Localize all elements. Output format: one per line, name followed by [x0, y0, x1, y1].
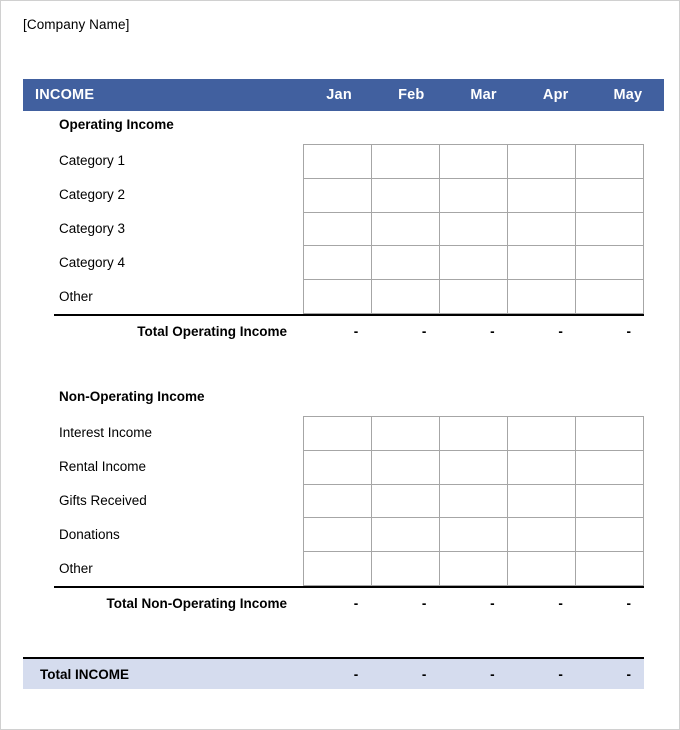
cell-category-1-jan[interactable] — [304, 145, 372, 179]
total-non-operating-income-label: Total Non-Operating Income — [106, 596, 287, 611]
cell-category-4-apr[interactable] — [508, 246, 576, 281]
cell-interest-income-feb[interactable] — [372, 417, 440, 451]
cell-interest-income-mar[interactable] — [440, 417, 508, 451]
cell-category-2-may[interactable] — [576, 178, 644, 213]
header-month-apr: Apr — [542, 87, 569, 103]
cell-rental-income-jan[interactable] — [304, 450, 372, 485]
row-label-category-3: Category 3 — [59, 221, 126, 236]
row-label-category-4: Category 4 — [59, 255, 126, 270]
cell-donations-apr[interactable] — [508, 518, 576, 553]
cell-non-operating-other-jan[interactable] — [304, 552, 372, 586]
header-month-may: May — [613, 87, 643, 103]
cell-operating-other-apr[interactable] — [508, 280, 576, 314]
cell-operating-other-feb[interactable] — [372, 280, 440, 314]
total-operating-income-label: Total Operating Income — [137, 324, 287, 339]
header-month-jan: Jan — [326, 87, 352, 103]
cell-category-2-feb[interactable] — [372, 178, 440, 213]
total-operating-income-feb: - — [421, 324, 427, 339]
row-label-non-operating-other: Other — [59, 561, 93, 576]
cell-rental-income-may[interactable] — [576, 450, 644, 485]
cell-category-2-jan[interactable] — [304, 178, 372, 213]
cell-gifts-received-apr[interactable] — [508, 484, 576, 519]
cell-operating-other-mar[interactable] — [440, 280, 508, 314]
cell-rental-income-mar[interactable] — [440, 450, 508, 485]
income-statement-page: [Company Name] INCOME Jan Feb Mar Apr Ma… — [0, 0, 680, 730]
cell-category-1-apr[interactable] — [508, 145, 576, 179]
cell-category-2-apr[interactable] — [508, 178, 576, 213]
row-label-rental-income: Rental Income — [59, 459, 147, 474]
total-income-label: Total INCOME — [40, 667, 129, 682]
total-income-band: Total INCOME - - - - - — [23, 657, 644, 689]
cell-non-operating-other-mar[interactable] — [440, 552, 508, 586]
total-income-values: - - - - - — [303, 659, 644, 689]
cell-category-3-apr[interactable] — [508, 212, 576, 247]
total-non-operating-income-may: - — [626, 596, 632, 611]
cell-interest-income-may[interactable] — [576, 417, 644, 451]
total-non-operating-income-jan: - — [353, 596, 359, 611]
cell-interest-income-jan[interactable] — [304, 417, 372, 451]
header-month-feb: Feb — [398, 87, 425, 103]
cell-category-1-mar[interactable] — [440, 145, 508, 179]
total-operating-income-mar: - — [490, 324, 495, 339]
cell-category-4-feb[interactable] — [372, 246, 440, 281]
cell-gifts-received-jan[interactable] — [304, 484, 372, 519]
total-operating-income-apr: - — [558, 324, 563, 339]
total-income-may: - — [626, 667, 632, 682]
cell-non-operating-other-may[interactable] — [576, 552, 644, 586]
total-non-operating-income-mar: - — [490, 596, 495, 611]
cell-category-4-mar[interactable] — [440, 246, 508, 281]
row-label-other: Other — [59, 289, 93, 304]
row-label-donations: Donations — [59, 527, 120, 542]
cell-category-3-may[interactable] — [576, 212, 644, 247]
cell-interest-income-apr[interactable] — [508, 417, 576, 451]
cell-category-1-feb[interactable] — [372, 145, 440, 179]
total-income-feb: - — [421, 667, 427, 682]
total-operating-income-may: - — [626, 324, 632, 339]
cell-rental-income-feb[interactable] — [372, 450, 440, 485]
income-header-band: INCOME Jan Feb Mar Apr May — [23, 79, 664, 111]
cell-gifts-received-may[interactable] — [576, 484, 644, 519]
section-title-non-operating-income: Non-Operating Income — [59, 389, 205, 404]
cell-category-3-feb[interactable] — [372, 212, 440, 247]
company-name[interactable]: [Company Name] — [23, 17, 129, 32]
cell-rental-income-apr[interactable] — [508, 450, 576, 485]
cell-category-4-may[interactable] — [576, 246, 644, 281]
total-operating-income-jan: - — [353, 324, 359, 339]
cell-category-2-mar[interactable] — [440, 178, 508, 213]
total-operating-income-values: - - - - - — [303, 316, 644, 346]
cell-gifts-received-feb[interactable] — [372, 484, 440, 519]
row-label-category-1: Category 1 — [59, 153, 126, 168]
total-income-mar: - — [490, 667, 495, 682]
row-label-interest-income: Interest Income — [59, 425, 153, 440]
cell-category-1-may[interactable] — [576, 145, 644, 179]
non-operating-income-input-grid — [303, 416, 644, 586]
row-label-category-2: Category 2 — [59, 187, 126, 202]
total-non-operating-income-row: Total Non-Operating Income - - - - - — [54, 586, 644, 616]
cell-gifts-received-mar[interactable] — [440, 484, 508, 519]
total-income-apr: - — [558, 667, 563, 682]
cell-non-operating-other-apr[interactable] — [508, 552, 576, 586]
cell-category-3-mar[interactable] — [440, 212, 508, 247]
cell-category-4-jan[interactable] — [304, 246, 372, 281]
cell-donations-jan[interactable] — [304, 518, 372, 553]
total-non-operating-income-feb: - — [421, 596, 427, 611]
cell-operating-other-jan[interactable] — [304, 280, 372, 314]
cell-donations-feb[interactable] — [372, 518, 440, 553]
section-title-operating-income: Operating Income — [59, 117, 174, 132]
total-income-jan: - — [353, 667, 359, 682]
cell-category-3-jan[interactable] — [304, 212, 372, 247]
total-operating-income-row: Total Operating Income - - - - - — [54, 314, 644, 344]
header-title-income: INCOME — [35, 87, 95, 103]
cell-operating-other-may[interactable] — [576, 280, 644, 314]
cell-donations-may[interactable] — [576, 518, 644, 553]
header-month-columns: Jan Feb Mar Apr May — [303, 79, 664, 111]
header-month-mar: Mar — [470, 87, 497, 103]
total-non-operating-income-apr: - — [558, 596, 563, 611]
total-non-operating-income-values: - - - - - — [303, 588, 644, 618]
cell-non-operating-other-feb[interactable] — [372, 552, 440, 586]
cell-donations-mar[interactable] — [440, 518, 508, 553]
operating-income-input-grid — [303, 144, 644, 314]
row-label-gifts-received: Gifts Received — [59, 493, 147, 508]
